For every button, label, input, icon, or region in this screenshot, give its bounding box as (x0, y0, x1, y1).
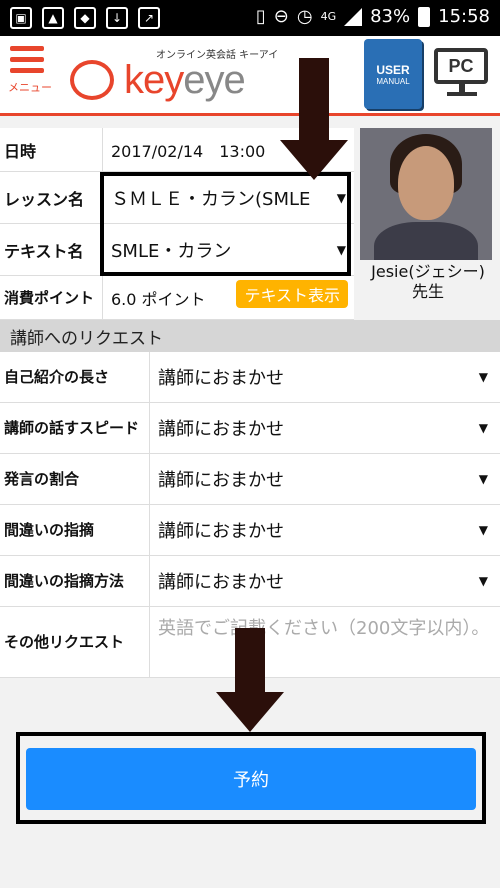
teacher-photo (360, 128, 492, 260)
network-label: 4G (320, 10, 337, 23)
dropdown-arrow-icon: ▼ (478, 574, 488, 588)
manual-line1: USER (376, 62, 410, 77)
points-row: 消費ポイント 6.0 ポイント テキスト表示 (0, 276, 354, 320)
contact-icon: ▣ (10, 7, 32, 29)
pc-site-button[interactable]: PC (434, 48, 490, 104)
logo-text-key: key (124, 58, 184, 102)
request-label: 間違いの指摘 (0, 505, 150, 555)
status-bar: ▣ ▲ ◆ ↓ ↗ ▯ ⊖ ◷ 4G 83% 15:58 (0, 0, 500, 36)
request-heading: 講師へのリクエスト (0, 320, 500, 352)
pc-label: PC (448, 55, 474, 76)
request-row: 発言の割合 講師におまかせ ▼ (0, 454, 500, 505)
alarm-icon: ◷ (296, 6, 313, 27)
other-request-textarea[interactable]: 英語でご記載ください（200文字以内）。 (150, 610, 500, 678)
highlight-box-lesson (100, 172, 351, 276)
vibrate-icon: ▯ (255, 6, 266, 27)
points-label: 消費ポイント (0, 276, 103, 319)
battery-percent: 83% (370, 6, 411, 27)
app-header: メニュー オンライン英会話 キーアイ keyeye USER MANUAL PC (0, 36, 500, 116)
logo-text-eye: eye (183, 58, 245, 102)
download-icon: ↓ (106, 7, 128, 29)
other-request-label: その他リクエスト (0, 607, 150, 677)
logo[interactable]: オンライン英会話 キーアイ keyeye (70, 46, 280, 106)
dropbox-icon: ◆ (74, 7, 96, 29)
request-label: 間違いの指摘方法 (0, 556, 150, 606)
text-label: テキスト名 (0, 224, 103, 275)
request-label: 発言の割合 (0, 454, 150, 504)
request-row: 自己紹介の長さ 講師におまかせ ▼ (0, 352, 500, 403)
date-label: 日時 (0, 128, 103, 171)
request-select[interactable]: 講師におまかせ ▼ (150, 403, 500, 453)
manual-line2: MANUAL (376, 76, 410, 86)
request-row: 間違いの指摘 講師におまかせ ▼ (0, 505, 500, 556)
menu-label: メニュー (8, 81, 52, 94)
lesson-label: レッスン名 (0, 172, 103, 223)
dropdown-arrow-icon: ▼ (478, 523, 488, 537)
request-select[interactable]: 講師におまかせ ▼ (150, 505, 500, 555)
reserve-button[interactable]: 予約 (26, 748, 476, 810)
request-select[interactable]: 講師におまかせ ▼ (150, 454, 500, 504)
dropdown-arrow-icon: ▼ (478, 370, 488, 384)
show-text-button[interactable]: テキスト表示 (236, 280, 348, 308)
request-row: 講師の話すスピード 講師におまかせ ▼ (0, 403, 500, 454)
speech-bubble-icon (70, 60, 114, 100)
image-icon: ▲ (42, 7, 64, 29)
clock: 15:58 (438, 6, 490, 27)
user-manual-button[interactable]: USER MANUAL (364, 39, 422, 109)
points-value: 6.0 ポイント テキスト表示 (103, 276, 354, 319)
request-row: 間違いの指摘方法 講師におまかせ ▼ (0, 556, 500, 607)
battery-icon (418, 6, 431, 27)
monitor-icon: PC (434, 48, 488, 84)
dropdown-arrow-icon: ▼ (478, 421, 488, 435)
arrow-down-icon (280, 58, 348, 180)
menu-button[interactable]: メニュー (8, 46, 64, 95)
arrow-down-icon (216, 628, 284, 732)
dnd-icon: ⊖ (273, 6, 289, 27)
teacher-name: Jesie(ジェシー) 先生 (371, 262, 485, 301)
request-label: 自己紹介の長さ (0, 352, 150, 402)
request-label: 講師の話すスピード (0, 403, 150, 453)
share-icon: ↗ (138, 7, 160, 29)
request-select[interactable]: 講師におまかせ ▼ (150, 556, 500, 606)
hamburger-icon (10, 46, 44, 51)
dropdown-arrow-icon: ▼ (478, 472, 488, 486)
request-select[interactable]: 講師におまかせ ▼ (150, 352, 500, 402)
signal-icon (344, 7, 363, 26)
